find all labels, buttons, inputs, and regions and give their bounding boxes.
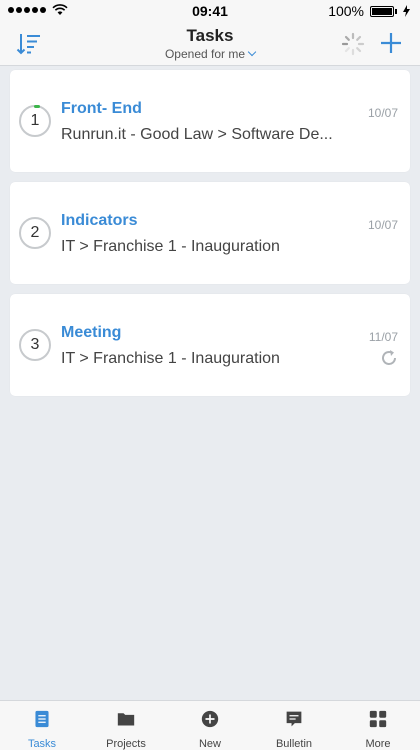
task-number-badge: 1 [19, 105, 51, 137]
battery-icon [370, 5, 394, 17]
grid-icon [369, 710, 387, 728]
battery-percent: 100% [328, 3, 364, 19]
tab-bar: Tasks Projects New Bulletin More [0, 700, 420, 750]
loading-spinner-icon [341, 32, 365, 56]
task-date: 10/07 [367, 218, 398, 232]
tab-label: Projects [106, 738, 146, 750]
status-bar: 09:41 100% [0, 0, 420, 22]
tab-label: Bulletin [275, 738, 313, 750]
task-number: 2 [30, 224, 40, 241]
task-list: 1 Front- End Runrun.it - Good Law > Soft… [10, 70, 410, 406]
task-title: Indicators [61, 212, 138, 229]
task-number: 3 [30, 336, 40, 353]
add-icon[interactable] [378, 30, 404, 56]
tab-bulletin[interactable]: Bulletin [252, 701, 336, 750]
task-card[interactable]: 1 Front- End Runrun.it - Good Law > Soft… [10, 70, 410, 172]
tab-label: More [365, 738, 391, 750]
task-path: IT > Franchise 1 - Inauguration [61, 238, 280, 255]
task-path: Runrun.it - Good Law > Software De... [61, 126, 333, 143]
task-title: Meeting [61, 324, 122, 341]
task-number-badge: 2 [19, 217, 51, 249]
task-date: 10/07 [367, 106, 398, 120]
charging-icon [403, 5, 410, 17]
add-circle-icon [201, 710, 219, 728]
progress-indicator [34, 105, 40, 108]
tab-new[interactable]: New [168, 701, 252, 750]
task-card[interactable]: 3 Meeting IT > Franchise 1 - Inauguratio… [10, 294, 410, 396]
task-date: 11/07 [368, 330, 398, 344]
task-number-badge: 3 [19, 329, 51, 361]
tasks-icon [35, 710, 49, 728]
battery-tip [395, 8, 397, 14]
task-number: 1 [30, 112, 40, 129]
chevron-down-icon [247, 47, 257, 57]
tab-tasks[interactable]: Tasks [0, 701, 84, 750]
navigation-bar: Tasks Opened for me [0, 22, 420, 66]
filter-label: Opened for me [164, 47, 246, 61]
repeat-icon [382, 350, 396, 365]
tab-label: New [198, 738, 221, 750]
folder-icon [117, 713, 135, 726]
battery-group: 100% [328, 3, 410, 19]
tab-projects[interactable]: Projects [84, 701, 168, 750]
task-path: IT > Franchise 1 - Inauguration [61, 350, 280, 367]
task-card[interactable]: 2 Indicators IT > Franchise 1 - Inaugura… [10, 182, 410, 284]
bulletin-icon [286, 711, 302, 727]
tab-label: Tasks [27, 738, 57, 750]
task-title: Front- End [61, 100, 142, 117]
tab-more[interactable]: More [336, 701, 420, 750]
